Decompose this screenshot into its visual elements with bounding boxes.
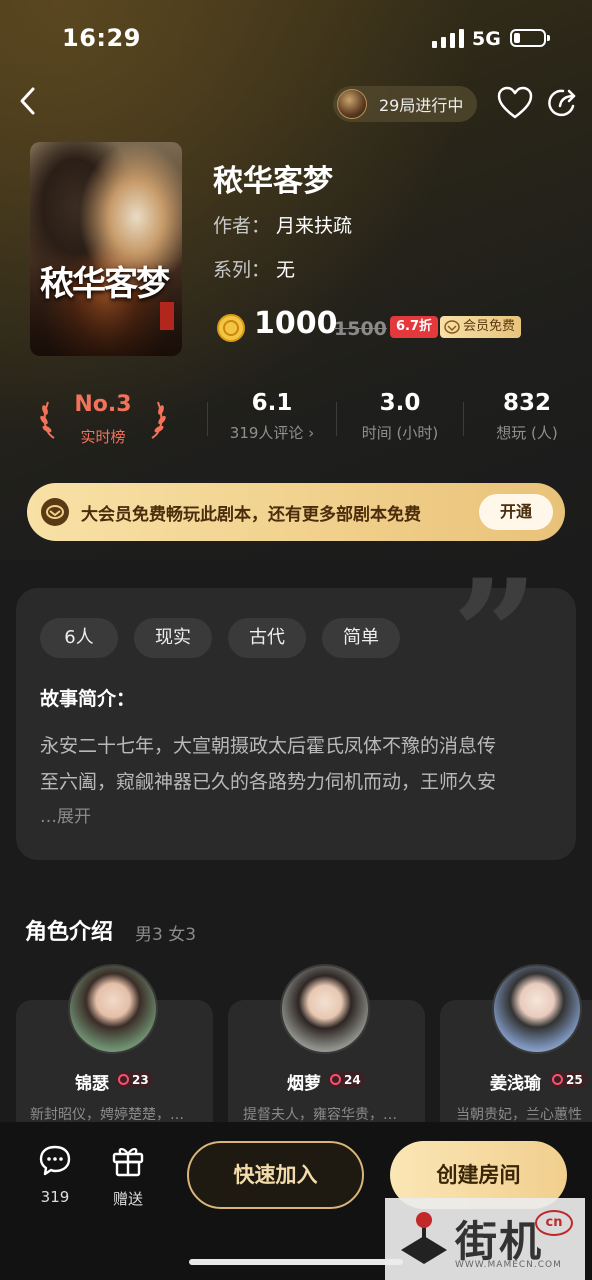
story-text: 永安二十七年，大宣朝摄政太后霍氏凤体不豫的消息传 至六阖，窥觎神器已久的各路势力… — [40, 728, 556, 800]
role-badge: 24 — [328, 1071, 365, 1088]
watermark-cn: cn — [535, 1210, 573, 1236]
vip-free-text: 会员免费 — [463, 319, 516, 334]
script-cover[interactable]: 秾华客梦 — [30, 142, 182, 356]
series-row: 系列：无 — [213, 255, 295, 282]
role-name: 烟萝 — [287, 1074, 321, 1094]
vip-diamond-icon — [444, 320, 460, 334]
role-name: 锦瑟 — [75, 1074, 109, 1094]
tag-difficulty[interactable]: 简单 — [322, 618, 400, 658]
cover-title: 秾华客梦 — [40, 264, 170, 304]
role-desc: 提督夫人，雍容华贵，… — [243, 1107, 397, 1123]
role-avatar[interactable] — [68, 964, 158, 1054]
rating-stat[interactable]: 6.1 319人评论 › — [212, 390, 332, 443]
quote-icon: ” — [452, 547, 539, 723]
role-badge: 23 — [116, 1071, 153, 1088]
want-value: 832 — [502, 390, 551, 416]
vip-icon — [41, 498, 69, 526]
duration-stat: 3.0 时间 (小时) — [340, 390, 460, 443]
watermark-url: WWW.MAMECN.COM — [455, 1260, 562, 1270]
quick-join-button[interactable]: 快速加入 — [187, 1141, 364, 1209]
watermark: 街机 cn WWW.MAMECN.COM — [385, 1198, 585, 1280]
story-heading: 故事简介： — [40, 688, 136, 710]
coin-icon — [217, 314, 245, 342]
cover-seal — [160, 302, 174, 330]
duration-value: 3.0 — [379, 390, 421, 416]
divider — [336, 402, 337, 436]
heart-icon[interactable] — [497, 86, 533, 120]
player-avatar — [337, 89, 367, 119]
divider — [463, 402, 464, 436]
role-desc: 新封昭仪，娉婷楚楚，… — [30, 1107, 184, 1123]
story-line: 至六阖，窥觎神器已久的各路势力伺机而动，王师久安 — [40, 771, 497, 793]
roles-count: 男3 女3 — [135, 925, 197, 945]
author-row: 作者： 月来扶疏 — [213, 211, 352, 238]
divider — [207, 402, 208, 436]
battery-icon — [510, 29, 550, 47]
want-stat: 832 想玩 (人) — [467, 390, 587, 443]
sessions-text: 29局进行中 — [379, 96, 464, 115]
chat-icon[interactable] — [38, 1144, 72, 1176]
rank-label: 实时榜 — [80, 428, 126, 446]
role-avatar[interactable] — [280, 964, 370, 1054]
tag-player-count[interactable]: 6人 — [40, 618, 118, 658]
rating-value: 6.1 — [251, 390, 293, 416]
vip-banner[interactable]: 大会员免费畅玩此剧本，还有更多部剧本免费 开通 — [27, 483, 565, 541]
author-name[interactable]: 月来扶疏 — [276, 215, 352, 237]
story-line: 永安二十七年，大宣朝摄政太后霍氏凤体不豫的消息传 — [40, 735, 497, 757]
share-icon[interactable] — [546, 86, 580, 120]
rank-number: No.3 — [74, 392, 132, 417]
series-label: 系列： — [213, 259, 271, 281]
role-avatar[interactable] — [492, 964, 582, 1054]
signal-icon — [432, 28, 466, 48]
network-type: 5G — [472, 28, 501, 50]
status-time: 16:29 — [62, 24, 141, 52]
role-badge-count: 25 — [566, 1072, 583, 1087]
price: 1000 — [254, 306, 338, 341]
back-icon[interactable] — [14, 86, 44, 116]
rating-label: 319人评论 › — [229, 424, 315, 442]
gift-label[interactable]: 赠送 — [88, 1188, 168, 1209]
realtime-rank[interactable]: No.3 实时榜 — [38, 392, 168, 448]
duration-label: 时间 (小时) — [361, 424, 439, 442]
tag-genre[interactable]: 现实 — [134, 618, 212, 658]
tag-era[interactable]: 古代 — [228, 618, 306, 658]
series-value: 无 — [276, 259, 296, 281]
vip-banner-text: 大会员免费畅玩此剧本，还有更多部剧本免费 — [81, 505, 421, 525]
role-badge: 25 — [550, 1071, 587, 1088]
home-indicator — [189, 1259, 403, 1265]
gift-icon[interactable] — [111, 1143, 145, 1177]
role-name: 姜浅瑜 — [490, 1074, 541, 1094]
joystick-logo-icon — [401, 1212, 447, 1264]
role-badge-count: 23 — [132, 1072, 149, 1087]
author-label: 作者： — [213, 215, 271, 237]
original-price: 1500 — [334, 318, 387, 340]
role-desc: 当朝贵妃，兰心蕙性 — [456, 1107, 582, 1123]
discount-badge: 6.7折 — [390, 316, 439, 338]
vip-open-button[interactable]: 开通 — [479, 494, 553, 530]
expand-link[interactable]: …展开 — [40, 802, 91, 827]
vip-free-badge: 会员免费 — [440, 316, 522, 338]
script-title: 秾华客梦 — [213, 164, 333, 199]
want-label: 想玩 (人) — [496, 424, 558, 442]
roles-heading: 角色介绍 — [25, 920, 114, 945]
role-badge-count: 24 — [344, 1072, 361, 1087]
sessions-in-progress[interactable]: 29局进行中 — [333, 86, 477, 122]
